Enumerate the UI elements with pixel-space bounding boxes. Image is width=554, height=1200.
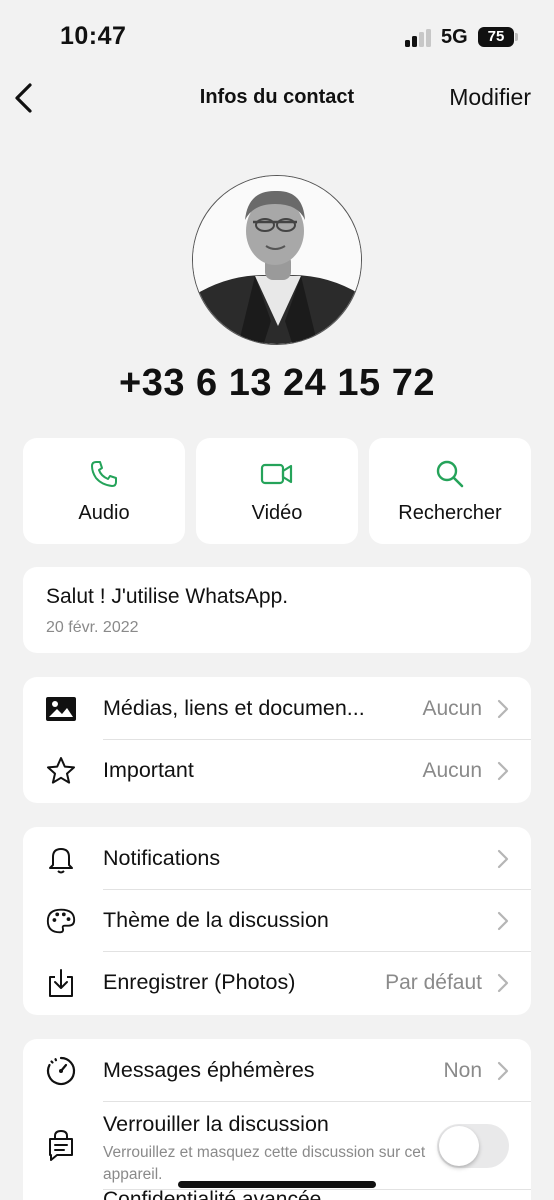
video-label: Vidéo (251, 502, 303, 524)
avatar[interactable] (192, 175, 362, 345)
toggle-knob (439, 1126, 479, 1166)
search-label: Rechercher (398, 502, 502, 524)
search-icon (436, 460, 464, 488)
image-icon (46, 697, 76, 721)
chat-theme-label: Thème de la discussion (103, 908, 329, 932)
lock-chat-label: Verrouiller la discussion (103, 1112, 329, 1136)
chevron-right-icon (497, 699, 509, 719)
chat-theme-row[interactable]: Thème de la discussion (23, 890, 531, 952)
chevron-right-icon (497, 1061, 509, 1081)
lock-chat-toggle[interactable] (437, 1124, 509, 1168)
important-row[interactable]: Important Aucun (23, 740, 531, 802)
save-to-photos-label: Enregistrer (Photos) (103, 970, 296, 994)
battery-icon: 75 (478, 27, 514, 47)
video-icon (260, 463, 293, 485)
media-card: Médias, liens et documen... Aucun Import… (23, 677, 531, 803)
important-label: Important (103, 758, 194, 782)
chevron-right-icon (497, 761, 509, 781)
ephemeral-messages-label: Messages éphémères (103, 1058, 315, 1082)
important-value: Aucun (422, 759, 482, 782)
notifications-label: Notifications (103, 846, 221, 870)
advanced-privacy-label[interactable]: Confidentialité avancée (103, 1188, 321, 1200)
network-type: 5G (441, 26, 468, 48)
chevron-right-icon (497, 911, 509, 931)
notifications-row[interactable]: Notifications (23, 828, 531, 890)
profile-photo (193, 176, 361, 344)
lock-chat-row: Verrouiller la discussion Verrouillez et… (23, 1102, 531, 1190)
status-bar: 10:47 5G 75 (0, 0, 554, 70)
save-to-photos-row[interactable]: Enregistrer (Photos) Par défaut (23, 952, 531, 1014)
media-links-docs-row[interactable]: Médias, liens et documen... Aucun (23, 678, 531, 740)
privacy-card: Messages éphémères Non Verrouiller la di… (23, 1039, 531, 1200)
about-status: Salut ! J'utilise WhatsApp. (46, 585, 289, 608)
edit-button[interactable]: Modifier (449, 84, 531, 111)
about-date: 20 févr. 2022 (46, 619, 139, 636)
download-icon (49, 969, 73, 997)
search-button[interactable]: Rechercher (369, 438, 531, 544)
timer-icon (46, 1056, 76, 1086)
audio-label: Audio (78, 502, 130, 524)
ephemeral-messages-row[interactable]: Messages éphémères Non (23, 1040, 531, 1102)
lock-chat-icon (49, 1129, 73, 1161)
chevron-left-icon (15, 83, 32, 113)
media-value: Aucun (422, 697, 482, 720)
settings-card: Notifications Thème de la discussion Enr… (23, 827, 531, 1015)
status-time: 10:47 (60, 22, 127, 50)
media-label: Médias, liens et documen... (103, 696, 365, 720)
home-indicator (178, 1181, 376, 1188)
save-to-photos-value: Par défaut (385, 971, 482, 994)
star-icon (47, 757, 75, 784)
chevron-right-icon (497, 973, 509, 993)
about-card: Salut ! J'utilise WhatsApp. 20 févr. 202… (23, 567, 531, 653)
chevron-right-icon (497, 849, 509, 869)
signal-icon (405, 29, 433, 47)
ephemeral-messages-value: Non (443, 1059, 482, 1082)
video-call-button[interactable]: Vidéo (196, 438, 358, 544)
bell-icon (49, 848, 73, 874)
back-button[interactable] (10, 80, 40, 116)
lock-chat-description: Verrouillez et masquez cette discussion … (103, 1144, 426, 1183)
phone-icon (91, 461, 117, 487)
audio-call-button[interactable]: Audio (23, 438, 185, 544)
palette-icon (46, 908, 76, 934)
battery-tip (515, 33, 518, 41)
contact-phone-number: +33 6 13 24 15 72 (119, 362, 435, 404)
